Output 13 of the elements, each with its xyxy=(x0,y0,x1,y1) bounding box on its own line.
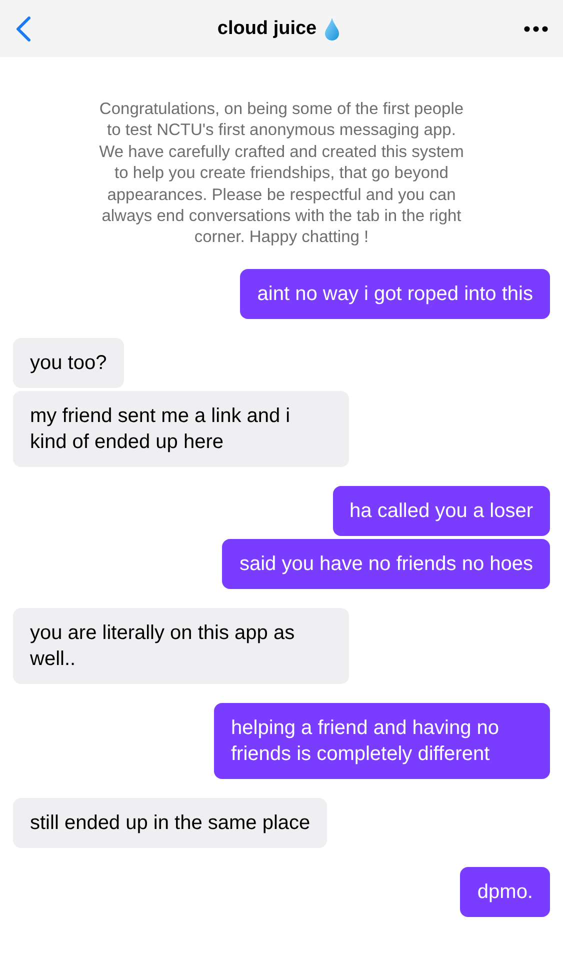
sent-message: ha called you a loser xyxy=(332,486,550,536)
received-message: my friend sent me a link and i kind of ended up here xyxy=(13,390,349,467)
sent-message: said you have no friends no hoes xyxy=(222,538,550,589)
sent-message: aint no way i got roped into this xyxy=(240,268,550,319)
sent-message: dpmo. xyxy=(460,866,550,917)
received-message: you too? xyxy=(13,338,124,388)
welcome-notice: Congratulations, on being some of the first people to test NCTU's first anonymous messaging app. We have carefully crafted and created this system to help you create friendships, that go beyond appearances. Please be respectful and you can always end conversations with the tab in the right corner. Happy chatting ! xyxy=(98,99,465,248)
received-message: still ended up in the same place xyxy=(13,798,328,848)
more-button[interactable] xyxy=(523,24,549,32)
received-message: you are literally on this app as well.. xyxy=(13,608,349,684)
sent-message: helping a friend and having no friends is completely different xyxy=(214,702,550,779)
droplet-icon xyxy=(324,16,340,40)
chat-title: cloud juice xyxy=(217,18,317,40)
